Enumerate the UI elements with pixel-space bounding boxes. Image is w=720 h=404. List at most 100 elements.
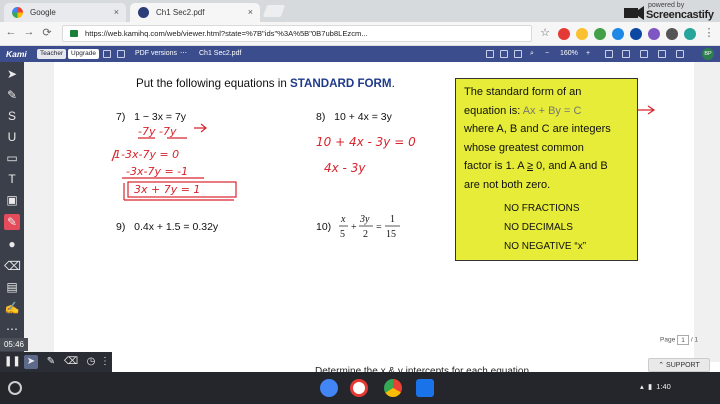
address-bar-row: ← → ⟳ https://web.kamihq.com/web/viewer.… bbox=[0, 22, 720, 46]
strikethrough-tool-icon[interactable]: S bbox=[4, 108, 20, 124]
extension-icon[interactable] bbox=[666, 28, 678, 40]
recording-toolbar: ❚❚ ➤ ✎ ⌫ ◷ ⋮ bbox=[0, 352, 112, 372]
screencastify-logo-icon bbox=[624, 6, 644, 20]
definition-text: 0, and A and B bbox=[533, 160, 608, 172]
pen-icon[interactable]: ✎ bbox=[44, 355, 58, 369]
file-name: Ch1 Sec2.pdf bbox=[199, 50, 242, 57]
page-number-input[interactable]: 1 bbox=[677, 335, 689, 345]
rule-no-decimals: NO DECIMALS bbox=[504, 222, 573, 233]
definition-line: factor is 1. A ≥ 0, and A and B bbox=[464, 157, 629, 176]
ink-p8-step1: 10 + 4x - 3y = 0 bbox=[316, 135, 416, 149]
signature-tool-icon[interactable]: ✍ bbox=[4, 300, 20, 316]
definition-line: where A, B and C are integers bbox=[464, 123, 611, 135]
zoom-out-icon[interactable]: − bbox=[545, 46, 549, 62]
kami-logo: Kami bbox=[6, 49, 27, 59]
print-icon[interactable] bbox=[514, 50, 522, 58]
rule-no-negative-x: NO NEGATIVE “x” bbox=[504, 241, 587, 252]
new-tab-button[interactable] bbox=[262, 5, 286, 17]
definition-text: factor is 1. A bbox=[464, 160, 527, 172]
file-menu-icon[interactable]: ⋯ bbox=[180, 46, 187, 62]
search-icon[interactable]: ⌕ bbox=[530, 46, 534, 62]
tab-kami[interactable]: Ch1 Sec2.pdf × bbox=[130, 3, 260, 22]
ink-p7-answer: 3x + 7y = 1 bbox=[134, 183, 200, 196]
zoom-in-icon[interactable]: + bbox=[586, 46, 590, 62]
url-bar[interactable]: https://web.kamihq.com/web/viewer.html?s… bbox=[62, 25, 532, 42]
definition-line: are not both zero. bbox=[464, 178, 551, 191]
more-tools-icon[interactable]: ⋯ bbox=[4, 321, 20, 337]
text-box-tool-icon[interactable]: ▣ bbox=[4, 192, 20, 208]
wifi-icon: ▴ bbox=[640, 382, 644, 391]
underline-tool-icon[interactable]: U bbox=[4, 129, 20, 145]
comment-tool-icon[interactable]: ▭ bbox=[4, 150, 20, 166]
screencastify-app-icon[interactable] bbox=[350, 379, 368, 397]
settings-icon[interactable]: ⋮ bbox=[98, 355, 112, 369]
browser-menu-icon[interactable]: ⋮ bbox=[702, 26, 716, 39]
pen-tool-icon[interactable]: ✎ bbox=[4, 214, 20, 230]
search-icon[interactable] bbox=[320, 379, 338, 397]
standard-form-definition-box: The standard form of an equation is: Ax … bbox=[455, 78, 638, 261]
share-icon[interactable] bbox=[500, 50, 508, 58]
definition-line: equation is: Ax + By = C bbox=[464, 102, 629, 121]
rule-no-fractions: NO FRACTIONS bbox=[504, 203, 580, 214]
kami-toolbar: Kami Teacher Upgrade PDF versions ⋯ Ch1 … bbox=[0, 46, 720, 62]
standard-form-formula: Ax + By = C bbox=[522, 104, 582, 117]
profile-icon[interactable] bbox=[684, 28, 696, 40]
kami-extension-icon[interactable] bbox=[630, 28, 642, 40]
forward-icon[interactable]: → bbox=[22, 26, 36, 38]
ink-p8-step2: 4x - 3y bbox=[324, 161, 366, 175]
download-icon[interactable] bbox=[486, 50, 494, 58]
upgrade-button[interactable]: Upgrade bbox=[68, 49, 99, 59]
reload-icon[interactable]: ⟳ bbox=[40, 26, 54, 39]
bookmark-star-icon[interactable]: ☆ bbox=[538, 26, 552, 39]
fit-page-icon[interactable] bbox=[605, 50, 613, 58]
tab-google[interactable]: Google × bbox=[4, 3, 126, 22]
files-icon[interactable] bbox=[416, 379, 434, 397]
watermark-brand: Screencastify bbox=[646, 9, 714, 21]
select-tool-icon[interactable]: ➤ bbox=[4, 66, 20, 82]
launcher-icon[interactable] bbox=[8, 381, 22, 395]
eraser-tool-icon[interactable]: ⌫ bbox=[4, 258, 21, 274]
eraser-icon[interactable]: ⌫ bbox=[64, 355, 78, 369]
extension-icon[interactable] bbox=[612, 28, 624, 40]
info-icon[interactable] bbox=[676, 50, 684, 58]
page-total: / 1 bbox=[690, 336, 699, 344]
ink-p7-step3: -3x-7y = -1 bbox=[126, 165, 188, 178]
extension-icon[interactable] bbox=[648, 28, 660, 40]
chrome-icon[interactable] bbox=[384, 379, 402, 397]
secure-lock-icon bbox=[70, 30, 78, 37]
extension-icon[interactable] bbox=[558, 28, 570, 40]
pdf-versions-button[interactable]: PDF versions bbox=[135, 46, 177, 62]
browser-tab-strip: Google × Ch1 Sec2.pdf × bbox=[0, 0, 720, 22]
shape-tool-icon[interactable]: ● bbox=[4, 236, 20, 252]
drive-icon[interactable] bbox=[117, 50, 125, 58]
text-tool-icon[interactable]: T bbox=[4, 171, 20, 187]
extension-icon[interactable] bbox=[594, 28, 606, 40]
pdf-page[interactable]: Put the following equations in STANDARD … bbox=[54, 62, 694, 362]
extension-icon[interactable] bbox=[576, 28, 588, 40]
stopwatch-icon[interactable]: ◷ bbox=[84, 355, 98, 369]
image-tool-icon[interactable]: ▤ bbox=[4, 279, 20, 295]
menu-icon[interactable] bbox=[103, 50, 111, 58]
support-button[interactable]: ⌃ SUPPORT bbox=[648, 358, 710, 372]
pointer-icon[interactable]: ➤ bbox=[24, 355, 38, 369]
pause-icon[interactable]: ❚❚ bbox=[4, 355, 21, 369]
close-tab-icon[interactable]: × bbox=[114, 3, 119, 22]
system-tray[interactable]: ▴ ▮ 1:40 bbox=[640, 382, 671, 391]
close-tab-icon[interactable]: × bbox=[248, 3, 253, 22]
settings-icon[interactable] bbox=[658, 50, 666, 58]
avatar[interactable]: BP bbox=[702, 48, 714, 60]
definition-line: whose greatest common bbox=[464, 141, 584, 154]
zoom-level[interactable]: 160% bbox=[560, 46, 578, 62]
tab-title: Ch1 Sec2.pdf bbox=[156, 8, 205, 17]
ink-p7-step2: 1-3x-7y = 0 bbox=[114, 148, 179, 161]
fullscreen-icon[interactable] bbox=[622, 50, 630, 58]
url-text: https://web.kamihq.com/web/viewer.html?s… bbox=[85, 29, 368, 38]
kami-icon bbox=[138, 7, 149, 18]
highlight-tool-icon[interactable]: ✎ bbox=[4, 87, 20, 103]
back-icon[interactable]: ← bbox=[4, 26, 18, 38]
comments-icon[interactable] bbox=[640, 50, 648, 58]
page-indicator: Page 1 / 1 bbox=[660, 335, 698, 345]
google-icon bbox=[12, 7, 23, 18]
os-shelf: ▴ ▮ 1:40 bbox=[0, 372, 720, 404]
support-label: SUPPORT bbox=[666, 362, 700, 369]
